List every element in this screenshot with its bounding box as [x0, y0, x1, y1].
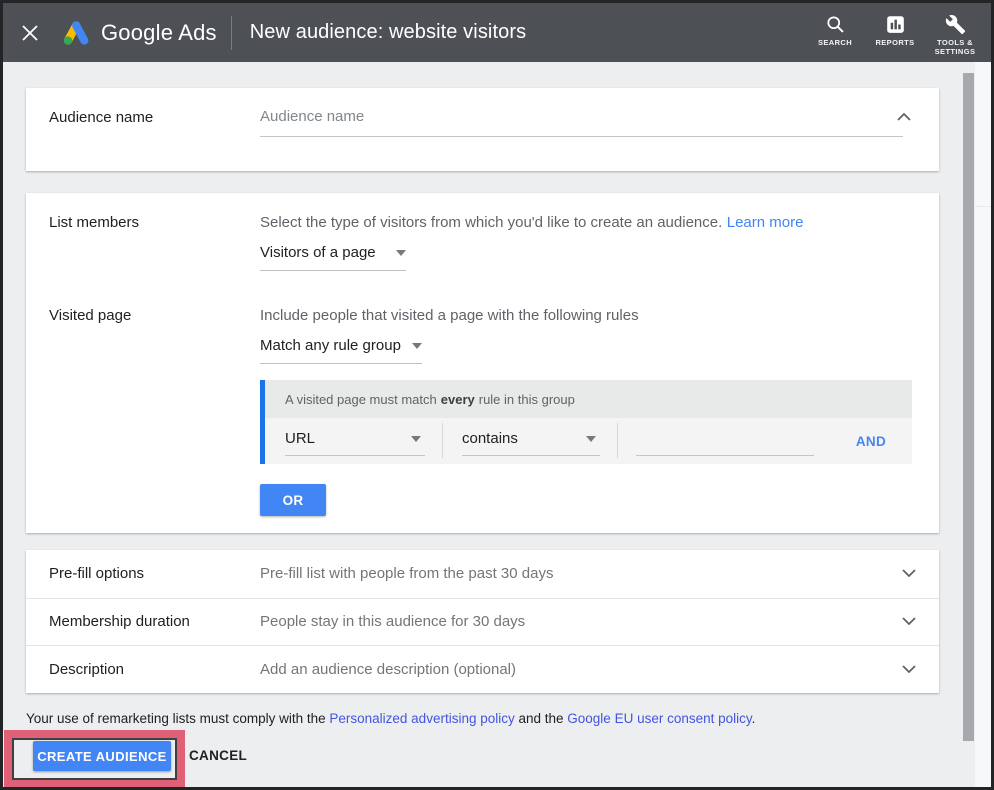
or-rule-group-button[interactable]: OR: [260, 484, 326, 516]
background-divider: [975, 206, 991, 207]
background-panel: [975, 62, 991, 787]
rule-value-field: [636, 418, 814, 464]
personalized-advertising-policy-link[interactable]: Personalized advertising policy: [329, 711, 514, 726]
reports-nav-button[interactable]: REPORTS: [865, 14, 925, 48]
create-audience-button[interactable]: CREATE AUDIENCE: [33, 741, 171, 771]
google-ads-logo-icon: [58, 19, 92, 47]
rule-value-input[interactable]: [636, 426, 814, 450]
rule-row: URL contains AND: [265, 418, 912, 464]
field-underline: [285, 455, 425, 456]
tools-settings-icon: [945, 14, 966, 35]
rule-group-header: A visited page must match every rule in …: [265, 380, 912, 418]
visited-page-description: Include people that visited a page with …: [260, 307, 639, 324]
rule-group: A visited page must match every rule in …: [260, 380, 912, 464]
policy-disclaimer: Your use of remarketing lists must compl…: [26, 711, 946, 726]
list-members-description: Select the type of visitors from which y…: [260, 214, 803, 232]
match-rule-dropdown[interactable]: Match any rule group: [260, 337, 422, 364]
brand-name: Google Ads: [101, 20, 217, 46]
vertical-scrollbar[interactable]: [963, 73, 974, 741]
list-members-section: List members Select the type of visitors…: [26, 193, 939, 533]
list-members-label: List members: [49, 214, 139, 231]
visited-page-label: Visited page: [49, 307, 131, 324]
options-section: Pre-fill options Pre-fill list with peop…: [26, 550, 939, 693]
reports-nav-label: REPORTS: [875, 39, 914, 48]
chevron-down-icon[interactable]: [902, 617, 916, 626]
rule-divider: [442, 423, 443, 458]
rule-divider: [617, 423, 618, 458]
search-nav-button[interactable]: SEARCH: [805, 14, 865, 48]
search-nav-label: SEARCH: [818, 39, 852, 48]
visitor-type-dropdown[interactable]: Visitors of a page: [260, 244, 406, 271]
eu-consent-policy-link[interactable]: Google EU user consent policy: [567, 711, 751, 726]
audience-name-label: Audience name: [49, 109, 153, 126]
app-header: Google Ads New audience: website visitor…: [3, 3, 991, 62]
chevron-up-icon[interactable]: [897, 112, 911, 121]
page-title: New audience: website visitors: [250, 21, 526, 44]
description-row[interactable]: Description Add an audience description …: [26, 645, 939, 693]
and-rule-button[interactable]: AND: [856, 434, 886, 449]
value-underline: [636, 455, 814, 456]
dropdown-caret-icon: [586, 436, 596, 442]
dropdown-caret-icon: [396, 250, 406, 256]
learn-more-link[interactable]: Learn more: [727, 214, 804, 231]
rule-operator-dropdown[interactable]: contains: [462, 418, 600, 464]
audience-name-input[interactable]: [260, 105, 903, 137]
cancel-button[interactable]: CANCEL: [189, 741, 247, 771]
chevron-down-icon[interactable]: [902, 665, 916, 674]
header-nav: SEARCH REPORTS TOOLS & SETTINGS: [805, 3, 985, 62]
rule-field-dropdown[interactable]: URL: [285, 418, 425, 464]
dropdown-caret-icon: [412, 343, 422, 349]
prefill-options-row[interactable]: Pre-fill options Pre-fill list with peop…: [26, 550, 939, 598]
close-icon[interactable]: [20, 23, 40, 43]
new-audience-dialog: Google Ads New audience: website visitor…: [0, 0, 994, 790]
search-icon: [825, 14, 846, 35]
chevron-down-icon[interactable]: [902, 569, 916, 578]
operator-underline: [462, 455, 600, 456]
header-divider: [231, 16, 232, 50]
audience-name-section: Audience name: [26, 88, 939, 171]
tools-settings-nav-button[interactable]: TOOLS & SETTINGS: [925, 14, 985, 56]
tools-settings-nav-label: TOOLS & SETTINGS: [925, 39, 985, 56]
membership-duration-row[interactable]: Membership duration People stay in this …: [26, 598, 939, 646]
reports-icon: [885, 14, 906, 35]
dropdown-caret-icon: [411, 436, 421, 442]
